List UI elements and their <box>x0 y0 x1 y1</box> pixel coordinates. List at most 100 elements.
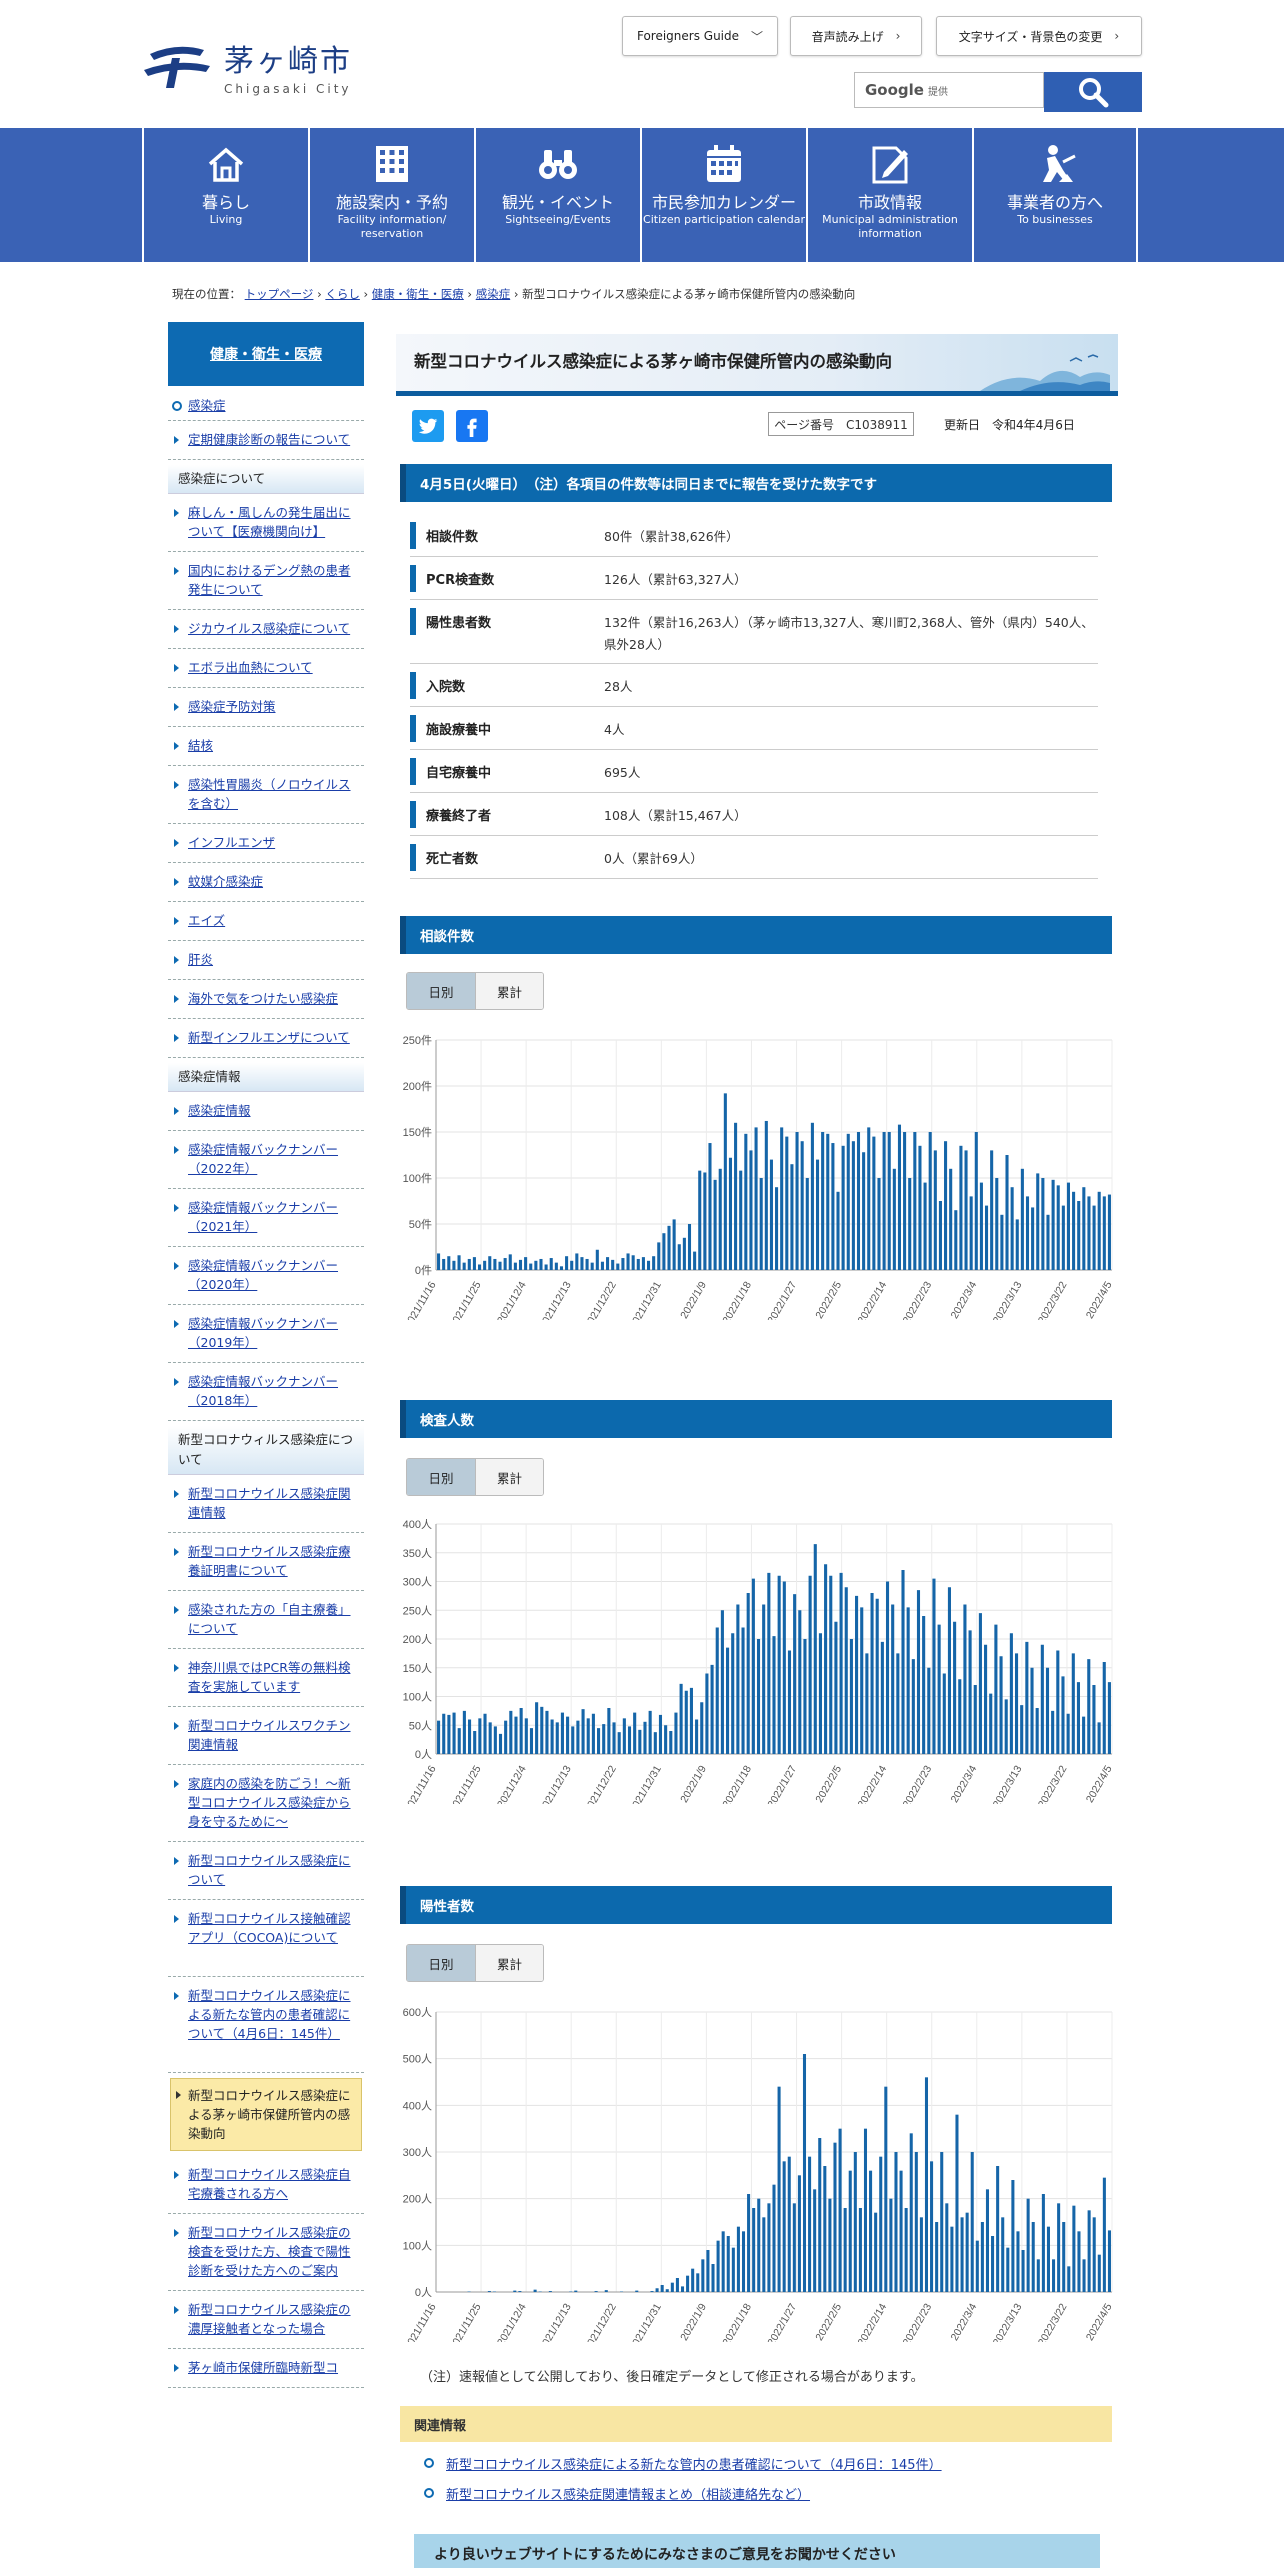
cumulative-tab[interactable]: 累計 <box>475 1945 543 1981</box>
chart-bar <box>1072 1191 1076 1270</box>
sidebar-link[interactable]: 新型コロナウイルス感染症療養証明書について <box>188 1542 362 1580</box>
chart-bar <box>797 2175 801 2292</box>
cumulative-tab[interactable]: 累計 <box>475 1459 543 1495</box>
chart-bar <box>958 1679 962 1754</box>
chart-bar <box>944 1141 948 1270</box>
y-tick-label: 300人 <box>403 2146 432 2159</box>
sidebar-divider <box>168 1590 364 1591</box>
nav-item-living[interactable]: 暮らし Living <box>142 128 308 262</box>
cumulative-tab[interactable]: 累計 <box>475 973 543 1009</box>
voice-reading-button[interactable]: 音声読み上げ › <box>790 16 922 56</box>
nav-item-businesses[interactable]: 事業者の方へ To businesses <box>972 128 1138 262</box>
x-tick-label: 2021/12/13 <box>537 1279 574 1320</box>
chart-bar <box>600 1261 604 1270</box>
sidebar-link[interactable]: 感染症予防対策 <box>188 697 362 716</box>
sidebar-link[interactable]: 定期健康診断の報告について <box>188 430 362 449</box>
chart-bar <box>1040 1644 1044 1754</box>
sidebar-link[interactable]: 肝炎 <box>188 950 362 969</box>
sidebar-link[interactable]: 感染性胃腸炎（ノロウイルスを含む） <box>188 775 362 813</box>
sidebar-divider <box>168 687 364 688</box>
date-heading: 4月5日(火曜日） （注）各項目の件数等は同日までに報告を受けた数字です <box>400 464 1112 502</box>
sidebar-link[interactable]: インフルエンザ <box>188 833 362 852</box>
sidebar-divider <box>168 1841 364 1842</box>
breadcrumb-link[interactable]: トップページ <box>245 287 314 301</box>
sidebar-link[interactable]: 新型コロナウイルス感染症の濃厚接触者となった場合 <box>188 2300 362 2338</box>
sidebar-link[interactable]: 新型コロナウイルス感染症自宅療養される方へ <box>188 2165 362 2203</box>
chart-bar <box>744 1133 748 1270</box>
sidebar-heading[interactable]: 健康・衛生・医療 <box>168 322 364 386</box>
sidebar-link[interactable]: 蚊媒介感染症 <box>188 872 362 891</box>
sidebar-link[interactable]: 感染症情報バックナンバー（2019年） <box>188 1314 362 1352</box>
x-tick-label: 2022/4/5 <box>1084 1763 1115 1804</box>
sidebar-link[interactable]: 神奈川県ではPCR等の無料検査を実施しています <box>188 1658 362 1696</box>
x-tick-label: 2022/2/23 <box>901 1279 935 1320</box>
document-pen-icon <box>872 146 908 184</box>
x-tick-label: 2022/1/27 <box>765 1763 799 1804</box>
nav-item-calendar[interactable]: 市民参加カレンダー Citizen participation calendar <box>640 128 806 262</box>
nav-label-en: Sightseeing/Events <box>505 213 611 226</box>
search-input[interactable]: Google 提供 <box>854 72 1044 108</box>
font-size-color-button[interactable]: 文字サイズ・背景色の変更 › <box>936 16 1142 56</box>
sidebar-link[interactable]: 感染症情報バックナンバー（2021年） <box>188 1198 362 1236</box>
stat-value: 132件（累計16,263人）（茅ヶ崎市13,327人、寒川町2,368人、管外… <box>604 615 1094 652</box>
sidebar-link[interactable]: 新型インフルエンザについて <box>188 1028 362 1047</box>
chart-bar <box>989 1693 993 1754</box>
daily-tab[interactable]: 日別 <box>407 1459 475 1495</box>
breadcrumb-link[interactable]: 健康・衛生・医療 <box>372 287 464 301</box>
sidebar-link[interactable]: エボラ出血熱について <box>188 658 362 677</box>
sidebar-link[interactable]: 麻しん・風しんの発生届出について【医療機関向け】 <box>188 503 362 541</box>
sidebar-link[interactable]: 新型コロナウイルス感染症の検査を受けた方、検査で陽性診断を受けた方へのご案内 <box>188 2223 362 2280</box>
toggle-consultations: 日別 累計 <box>406 972 544 1010</box>
sidebar-link[interactable]: 感染された方の「自主療養」について <box>188 1600 362 1638</box>
daily-tab[interactable]: 日別 <box>407 1945 475 1981</box>
breadcrumb-link[interactable]: 感染症 <box>476 287 511 301</box>
chart-bar <box>1031 1207 1035 1270</box>
binoculars-icon <box>539 150 577 179</box>
chart-bar <box>772 2184 776 2292</box>
x-tick-label: 2022/3/22 <box>1036 1279 1070 1320</box>
chart-bar <box>978 1613 982 1754</box>
chart-bar <box>1066 1182 1071 1270</box>
site-logo[interactable]: 茅ヶ崎市 Chigasaki City <box>142 36 352 96</box>
nav-item-sightseeing[interactable]: 観光・イベント Sightseeing/Events <box>474 128 640 262</box>
search-button[interactable] <box>1044 72 1142 112</box>
related-link[interactable]: 新型コロナウイルス感染症関連情報まとめ（相談連絡先など） <box>446 2484 810 2503</box>
sidebar-link[interactable]: 新型コロナウイルスワクチン関連情報 <box>188 1716 362 1754</box>
facebook-share-button[interactable] <box>456 410 488 442</box>
sidebar-link[interactable]: 新型コロナウイルス感染症による新たな管内の患者確認について（4月6日：145件） <box>188 1986 362 2043</box>
sidebar-item-infection[interactable]: 感染症 <box>188 396 364 415</box>
sidebar-link[interactable]: 国内におけるデング熱の患者発生について <box>188 561 362 599</box>
chart-bar <box>908 1178 912 1270</box>
sidebar-link[interactable]: 家庭内の感染を防ごう！～新型コロナウイルス感染症から身を守るために～ <box>188 1774 362 1831</box>
nav-item-facility[interactable]: 施設案内・予約 Facility information/ reservatio… <box>308 128 474 262</box>
related-link[interactable]: 新型コロナウイルス感染症による新たな管内の患者確認について（4月6日：145件） <box>446 2454 942 2473</box>
sidebar-link[interactable]: 新型コロナウイルス接触確認アプリ（COCOA)について <box>188 1909 362 1947</box>
sidebar-link[interactable]: 新型コロナウイルス感染症関連情報 <box>188 1484 362 1522</box>
sidebar-link[interactable]: 感染症情報バックナンバー（2018年） <box>188 1372 362 1410</box>
sidebar-link[interactable]: 結核 <box>188 736 362 755</box>
daily-tab[interactable]: 日別 <box>407 973 475 1009</box>
chart-bar <box>713 1179 717 1270</box>
x-tick-label: 2022/2/14 <box>856 2301 890 2342</box>
sidebar-link[interactable]: 感染症情報 <box>188 1101 362 1120</box>
sidebar-link[interactable]: エイズ <box>188 911 362 930</box>
chart-bar <box>889 2198 893 2292</box>
foreigners-guide-button[interactable]: Foreigners Guide ﹀ <box>622 16 778 56</box>
chart-bar <box>1031 2222 1035 2292</box>
sidebar-link[interactable]: 新型コロナウイルス感染症について <box>188 1851 362 1889</box>
nav-label-en-2: information <box>858 227 922 240</box>
twitter-share-button[interactable] <box>412 410 444 442</box>
chart-bar <box>792 2203 796 2292</box>
sidebar-link[interactable]: 感染症情報バックナンバー（2022年） <box>188 1140 362 1178</box>
chart-bar <box>1066 1713 1070 1754</box>
sidebar-link[interactable]: ジカウイルス感染症について <box>188 619 362 638</box>
sidebar-divider <box>168 1976 364 1977</box>
chart-bar <box>757 2198 761 2292</box>
x-tick-label: 2022/2/23 <box>901 2301 935 2342</box>
sidebar-link[interactable]: 茅ヶ崎市保健所臨時新型コ <box>188 2358 362 2377</box>
breadcrumb-link[interactable]: くらし <box>325 287 360 301</box>
chart-bar <box>891 1604 895 1754</box>
sidebar-link[interactable]: 海外で気をつけたい感染症 <box>188 989 362 1008</box>
sidebar-link[interactable]: 感染症情報バックナンバー（2020年） <box>188 1256 362 1294</box>
nav-item-municipal[interactable]: 市政情報 Municipal administration informatio… <box>806 128 972 262</box>
